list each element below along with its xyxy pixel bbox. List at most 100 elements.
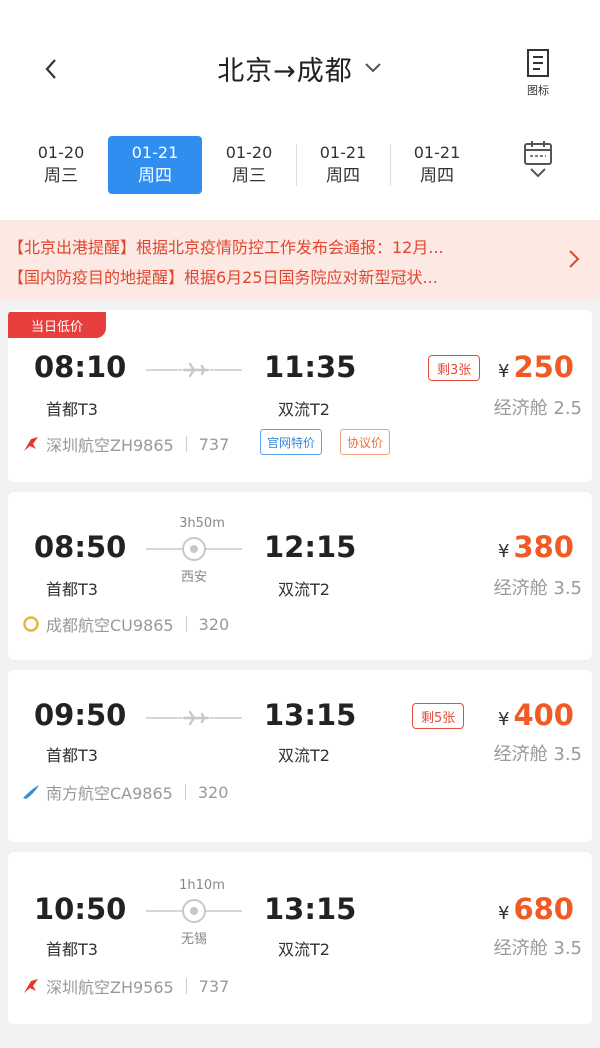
price: ¥ 380 (498, 530, 574, 564)
date-tab-weekday: 周三 (232, 166, 266, 186)
arrival-time: 13:15 (264, 892, 357, 926)
airline-info: 南方航空CA9865 320 (22, 780, 228, 804)
departure-airport: 首都T3 (46, 580, 98, 599)
stopover-city: 无锡 (180, 932, 207, 947)
date-tab-date: 01-21 (413, 143, 461, 162)
price-currency: ¥ (498, 541, 510, 562)
back-button[interactable] (34, 52, 68, 86)
chevron-down-icon (530, 168, 546, 178)
date-tab[interactable]: 01-21 周四 (296, 136, 390, 194)
date-tab-date: 01-21 (319, 143, 367, 162)
departure-airport: 首都T3 (46, 746, 98, 765)
date-tab-date: 01-20 (37, 143, 85, 162)
plane-icon (182, 710, 210, 726)
arrival-airport: 双流T2 (278, 746, 330, 765)
cabin-class: 经济舱 2.5 (493, 398, 582, 419)
flight-card[interactable]: 当日低价 08:10 首都T3 11:35 双流T2 剩3张 ¥ 250 经济舱… (8, 310, 592, 482)
seats-remaining-badge: 剩3张 (428, 355, 481, 381)
departure-time: 08:10 (34, 350, 127, 384)
aircraft-type: 320 (197, 782, 229, 802)
date-tabs: 01-20 周三 01-21 周四 01-20 周三 01-21 周四 01-2… (14, 136, 494, 194)
date-tab-weekday: 周三 (44, 166, 78, 186)
calendar-icon (524, 141, 552, 165)
china-southern-logo-icon (22, 783, 40, 801)
price-value: 250 (513, 350, 574, 384)
chevron-left-icon (45, 59, 56, 79)
price-value: 680 (513, 892, 574, 926)
aircraft-type: 737 (198, 976, 230, 996)
flight-card[interactable]: 1h10m 10:50 首都T3 无锡 13:15 双流T2 ¥ 680 经济舱… (8, 852, 592, 1024)
calendar-button[interactable] (516, 140, 560, 192)
date-tab-weekday: 周四 (420, 166, 454, 186)
flight-card[interactable]: 3h50m 08:50 首都T3 西安 12:15 双流T2 ¥ 380 经济舱… (8, 492, 592, 660)
date-tab[interactable]: 01-21 周四 (390, 136, 484, 194)
route-selector[interactable]: 北京→成都 (150, 48, 450, 88)
notice-banner[interactable]: 【北京出港提醒】根据北京疫情防控工作发布会通报：12月... 【国内防疫目的地提… (0, 220, 600, 300)
menu-label: 图标 (527, 84, 549, 97)
chevron-down-icon (365, 63, 381, 73)
price-value: 400 (513, 698, 574, 732)
stopover-icon (182, 537, 206, 561)
divider (185, 436, 187, 452)
date-tab-date: 01-20 (225, 143, 273, 162)
price-currency: ¥ (498, 903, 510, 924)
agreement-price-tag: 协议价 (340, 429, 391, 455)
cabin-class: 经济舱 3.5 (493, 578, 582, 599)
arrival-time: 11:35 (264, 350, 357, 384)
airline-flight-number: 深圳航空ZH9565 (46, 978, 174, 997)
plane-icon (182, 362, 210, 378)
arrival-time: 12:15 (264, 530, 357, 564)
departure-airport: 首都T3 (46, 400, 98, 419)
price-value: 380 (513, 530, 574, 564)
menu-button[interactable]: 图标 (516, 48, 560, 102)
route-title: 北京→成都 (217, 55, 353, 87)
airline-info: 成都航空CU9865 320 (22, 612, 229, 636)
header-area: 北京→成都 图标 01-20 周三 01-21 周四 01-20 周三 01-2… (0, 0, 600, 220)
arrival-airport: 双流T2 (278, 940, 330, 959)
shenzhen-airlines-logo-icon (22, 977, 40, 995)
arrival-time: 13:15 (264, 698, 357, 732)
date-tab-weekday: 周四 (138, 166, 172, 186)
date-tab-date: 01-21 (131, 143, 179, 162)
notice-more-button[interactable] (562, 244, 586, 274)
departure-time: 09:50 (34, 698, 127, 732)
date-tab[interactable]: 01-20 周三 (14, 136, 108, 194)
aircraft-type: 320 (198, 614, 230, 634)
airline-flight-number: 深圳航空ZH9865 (46, 436, 174, 455)
date-tab[interactable]: 01-20 周三 (202, 136, 296, 194)
price: ¥ 250 (498, 350, 574, 384)
flight-duration: 1h10m (179, 878, 225, 893)
notice-line: 【国内防疫目的地提醒】根据6月25日国务院应对新型冠状... (8, 268, 438, 287)
arrival-airport: 双流T2 (278, 580, 330, 599)
departure-time: 08:50 (34, 530, 127, 564)
stopover-city: 西安 (180, 570, 207, 585)
price-currency: ¥ (498, 361, 510, 382)
price-currency: ¥ (498, 709, 510, 730)
arrival-airport: 双流T2 (278, 400, 330, 419)
receipt-icon (527, 49, 549, 77)
airline-info: 深圳航空ZH9565 737 (22, 974, 229, 998)
seats-remaining-badge: 剩5张 (412, 703, 465, 729)
chengdu-airlines-logo-icon (22, 615, 40, 633)
price: ¥ 680 (498, 892, 574, 926)
date-tab-active[interactable]: 01-21 周四 (108, 136, 202, 194)
date-tab-weekday: 周四 (326, 166, 360, 186)
chevron-right-icon (569, 250, 580, 268)
price: ¥ 400 (498, 698, 574, 732)
airline-info: 深圳航空ZH9865 737 (22, 432, 229, 456)
official-special-tag: 官网特价 (260, 429, 323, 455)
departure-time: 10:50 (34, 892, 127, 926)
divider (185, 616, 187, 632)
aircraft-type: 737 (198, 434, 230, 454)
notice-line: 【北京出港提醒】根据北京疫情防控工作发布会通报：12月... (8, 238, 444, 257)
cabin-class: 经济舱 3.5 (493, 744, 582, 765)
flight-duration: 3h50m (179, 516, 225, 531)
airline-flight-number: 成都航空CU9865 (46, 616, 174, 635)
airline-flight-number: 南方航空CA9865 (46, 784, 173, 803)
divider (184, 784, 186, 800)
lowest-price-badge: 当日低价 (8, 312, 106, 338)
stopover-icon (182, 899, 206, 923)
flight-card[interactable]: 09:50 首都T3 13:15 双流T2 剩5张 ¥ 400 经济舱 3.5 … (8, 670, 592, 842)
departure-airport: 首都T3 (46, 940, 98, 959)
divider (185, 978, 187, 994)
